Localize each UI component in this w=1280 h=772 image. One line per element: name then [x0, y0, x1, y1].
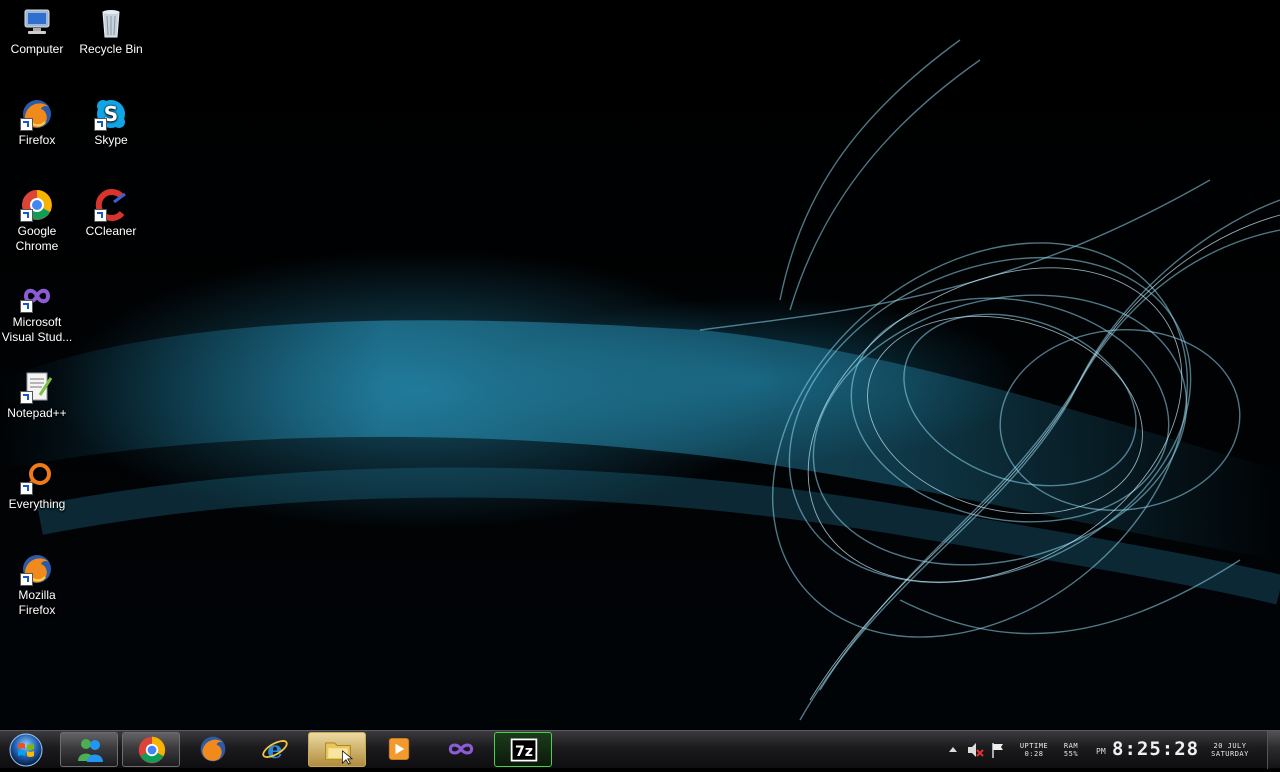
desktop-icon-everything[interactable]: Everything — [0, 461, 74, 512]
ram-gadget: RAM 55% — [1058, 742, 1084, 758]
start-button[interactable] — [6, 732, 46, 768]
windows-orb-icon — [9, 733, 43, 767]
desktop-icon-label: Computer — [10, 42, 64, 56]
volume-muted-icon[interactable] — [966, 741, 984, 759]
chrome-icon — [20, 188, 54, 222]
taskbar-button-chrome[interactable] — [122, 732, 180, 767]
desktop-icon-ccleaner[interactable]: CCleaner — [74, 188, 148, 239]
ram-label: RAM — [1063, 742, 1079, 750]
clock-ampm: PM — [1096, 747, 1106, 756]
show-desktop-button[interactable] — [1267, 731, 1280, 769]
uptime-label: UPTIME — [1019, 742, 1049, 750]
windows-live-messenger-icon — [78, 739, 103, 762]
desktop-icon-firefox[interactable]: Firefox — [0, 97, 74, 148]
shortcut-arrow-icon — [20, 573, 33, 586]
system-tray: UPTIME 0:28 RAM 55% PM 8:25:28 20 JULY S… — [930, 731, 1280, 769]
shortcut-arrow-icon — [94, 209, 107, 222]
clock-time[interactable]: 8:25:28 — [1112, 738, 1199, 760]
taskbar: e 7z UPTIME 0:28 RAM 55% PM 8:25:28 20 J… — [0, 730, 1280, 769]
taskbar-button-firefox[interactable] — [184, 732, 242, 767]
desktop-icon-mozilla-firefox[interactable]: Mozilla Firefox — [0, 552, 74, 618]
everything-search-icon — [20, 461, 54, 495]
desktop-icon-label: Skype — [94, 133, 128, 147]
visual-studio-icon — [448, 743, 474, 755]
desktop-icon-google-chrome[interactable]: Google Chrome — [0, 188, 74, 254]
desktop-icon-label: Mozilla Firefox — [18, 588, 56, 617]
notepad-plus-plus-icon — [20, 370, 54, 404]
firefox-icon — [20, 97, 54, 131]
desktop[interactable]: Computer Recycle Bin Firefox S Skype Goo… — [0, 0, 1280, 730]
computer-icon — [20, 6, 54, 40]
desktop-icon-label: Firefox — [18, 133, 56, 147]
folder-icon — [325, 742, 354, 765]
media-player-icon — [388, 737, 410, 761]
uptime-value: 0:28 — [1024, 750, 1044, 758]
desktop-icon-notepad-plus-plus[interactable]: Notepad++ — [0, 370, 74, 421]
desktop-icon-label: Recycle Bin — [79, 42, 143, 56]
svg-text:e: e — [267, 735, 283, 764]
recycle-bin-icon — [94, 6, 128, 40]
date-gadget[interactable]: 20 JULY SATURDAY — [1198, 742, 1262, 758]
taskbar-button-internet-explorer[interactable]: e — [246, 732, 304, 767]
taskbar-button-messenger[interactable] — [60, 732, 118, 767]
firefox-icon — [20, 552, 54, 586]
chrome-icon — [138, 736, 166, 764]
desktop-icon-label: Microsoft Visual Stud... — [1, 315, 73, 344]
ram-value: 55% — [1063, 750, 1079, 758]
desktop-icon-label: CCleaner — [85, 224, 137, 238]
taskbar-button-windows-explorer[interactable] — [308, 732, 366, 767]
7zip-icon: 7z — [510, 738, 538, 762]
ccleaner-icon — [94, 188, 128, 222]
wallpaper-swirl-art — [0, 39, 1280, 721]
date-day-month: 20 JULY — [1213, 742, 1247, 750]
taskbar-button-visual-studio[interactable] — [432, 732, 490, 767]
visual-studio-icon — [20, 279, 54, 313]
shortcut-arrow-icon — [20, 482, 33, 495]
desktop-icon-visual-studio[interactable]: Microsoft Visual Stud... — [0, 279, 74, 345]
shortcut-arrow-icon — [20, 209, 33, 222]
chevron-up-icon[interactable] — [948, 745, 958, 753]
shortcut-arrow-icon — [20, 391, 33, 404]
shortcut-arrow-icon — [20, 118, 33, 131]
desktop-icon-skype[interactable]: S Skype — [74, 97, 148, 148]
desktop-icon-label: Everything — [8, 497, 66, 511]
7zip-icon-text: 7z — [515, 744, 533, 760]
firefox-icon — [200, 736, 226, 762]
desktop-icon-computer[interactable]: Computer — [0, 6, 74, 57]
internet-explorer-icon: e — [262, 735, 288, 764]
taskbar-button-7zip[interactable]: 7z — [494, 732, 552, 767]
shortcut-arrow-icon — [20, 300, 33, 313]
desktop-icon-label: Google Chrome — [15, 224, 59, 253]
shortcut-arrow-icon — [94, 118, 107, 131]
desktop-icon-recycle-bin[interactable]: Recycle Bin — [74, 6, 148, 57]
desktop-icon-label: Notepad++ — [7, 406, 67, 420]
action-center-flag-icon[interactable] — [990, 741, 1006, 759]
uptime-gadget: UPTIME 0:28 — [1014, 742, 1054, 758]
date-weekday: SATURDAY — [1211, 750, 1249, 758]
skype-icon: S — [94, 97, 128, 131]
taskbar-button-media-player[interactable] — [370, 732, 428, 767]
